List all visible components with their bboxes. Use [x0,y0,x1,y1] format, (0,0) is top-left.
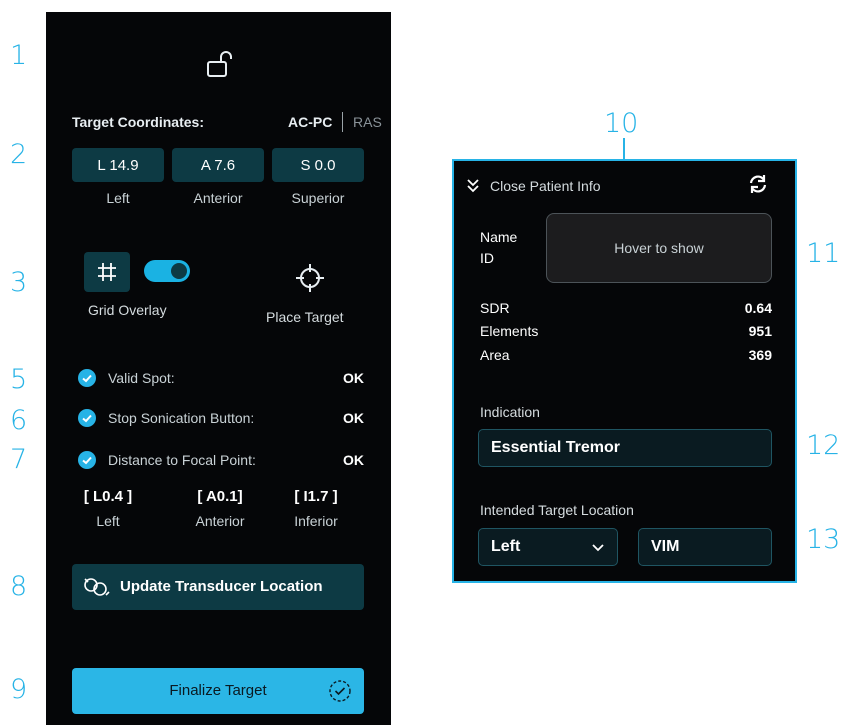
check-value: OK [343,452,364,468]
target-side-select[interactable]: Left [478,528,618,566]
target-location-label: Intended Target Location [480,502,634,518]
callout-9: 9 [10,674,28,705]
update-transducer-button[interactable]: Update Transducer Location [72,564,364,610]
stat-label: SDR [480,300,510,316]
target-side-value: Left [491,538,521,555]
coord-superior-value[interactable]: S 0.0 [272,148,364,182]
stat-value: 369 [748,347,772,363]
toggle-knob [171,263,187,279]
patient-identity-hover-box[interactable]: Hover to show [546,213,772,283]
update-transducer-label: Update Transducer Location [120,578,323,595]
check-label: Stop Sonication Button: [108,410,255,426]
finalize-target-label: Finalize Target [169,682,267,699]
distance-left-value: [ L0.4 ] [83,488,133,505]
indication-field[interactable]: Essential Tremor [478,429,772,467]
check-distance-focal: Distance to Focal Point: OK [78,451,364,471]
callout-12: 12 [806,430,841,461]
check-circle-icon [78,369,96,387]
distance-left-label: Left [96,513,120,529]
grid-overlay-label: Grid Overlay [88,302,167,318]
system-ras-toggle[interactable]: RAS [353,114,382,130]
transducer-swap-icon [84,578,110,596]
distance-inferior-label: Inferior [294,513,338,529]
check-label: Distance to Focal Point: [108,452,256,468]
check-label: Valid Spot: [108,370,175,386]
target-panel: Target Coordinates: AC-PC RAS L 14.9 A 7… [46,12,391,725]
system-separator [342,112,343,132]
callout-10-line [623,138,625,160]
check-circle-icon [78,409,96,427]
callout-10: 10 [604,108,639,139]
place-target-label[interactable]: Place Target [266,309,344,325]
check-value: OK [343,410,364,426]
coord-anterior-label: Anterior [193,190,243,206]
callout-7: 7 [10,444,28,475]
check-badge-icon [329,680,351,702]
callout-5: 5 [10,364,28,395]
coord-anterior-value[interactable]: A 7.6 [172,148,264,182]
close-patient-info-label: Close Patient Info [490,178,601,194]
coord-superior-label: Superior [291,190,345,206]
check-stop-sonication: Stop Sonication Button: OK [78,409,364,429]
stat-label: Elements [480,323,539,339]
callout-1: 1 [10,40,28,71]
system-acpc-toggle[interactable]: AC-PC [288,114,332,130]
target-nucleus-value: VIM [651,538,680,555]
callout-11: 11 [806,238,841,269]
grid-icon [98,263,116,281]
coordinates-title: Target Coordinates: [72,114,204,130]
grid-overlay-button[interactable] [84,252,130,292]
indication-label: Indication [480,404,540,420]
crosshair-icon[interactable] [294,262,326,294]
coord-left-label: Left [106,190,130,206]
unlock-icon[interactable] [206,50,236,78]
distance-anterior-label: Anterior [195,513,245,529]
callout-6: 6 [10,405,28,436]
indication-value: Essential Tremor [491,439,620,456]
stat-value: 951 [748,323,772,339]
refresh-icon[interactable] [747,173,769,195]
callout-2: 2 [10,139,28,170]
patient-info-panel: Close Patient Info Name ID Hover to show… [452,159,797,583]
distance-anterior-value: [ A0.1] [197,488,243,505]
check-value: OK [343,370,364,386]
check-valid-spot: Valid Spot: OK [78,369,364,389]
chevron-down-icon [592,544,604,552]
distance-inferior-value: [ I1.7 ] [294,488,338,505]
callout-8: 8 [10,571,28,602]
stat-label: Area [480,347,510,363]
callout-3: 3 [10,267,28,298]
patient-id-label: ID [480,250,494,266]
grid-overlay-toggle[interactable] [144,260,190,282]
patient-name-label: Name [480,229,518,245]
callout-13: 13 [806,524,841,555]
double-chevron-down-icon [467,179,479,193]
target-nucleus-field[interactable]: VIM [638,528,772,566]
check-circle-icon [78,451,96,469]
coord-left-value[interactable]: L 14.9 [72,148,164,182]
finalize-target-button[interactable]: Finalize Target [72,668,364,714]
stat-value: 0.64 [744,300,772,316]
coordinates-header: Target Coordinates: AC-PC RAS [72,112,382,132]
